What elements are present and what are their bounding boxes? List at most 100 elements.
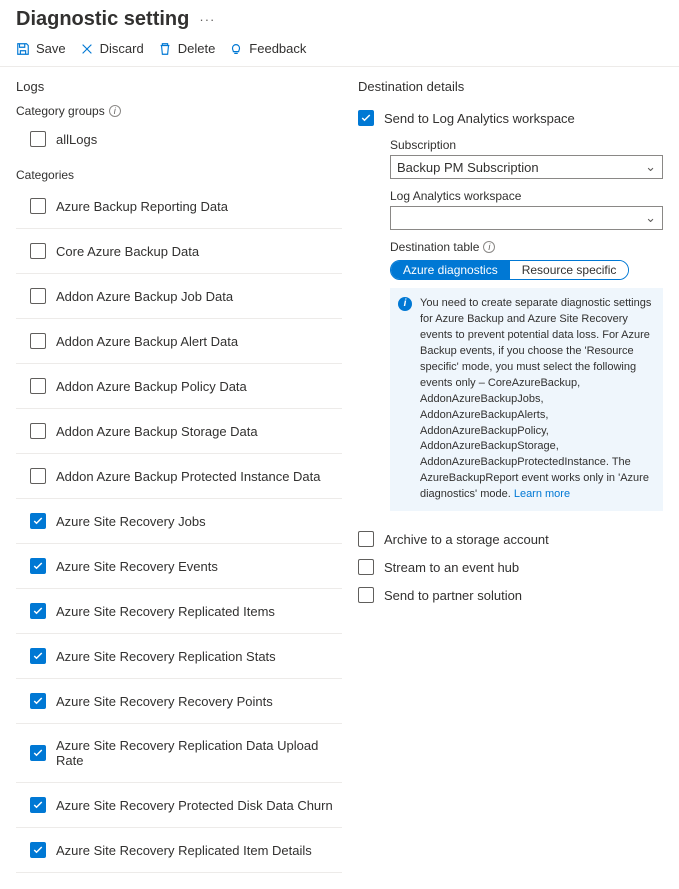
subscription-field: Subscription Backup PM Subscription ⌄ xyxy=(390,138,663,179)
category-label: Addon Azure Backup Storage Data xyxy=(56,424,258,439)
category-row: Addon Azure Backup Job Data xyxy=(16,274,342,319)
delete-button[interactable]: Delete xyxy=(158,41,216,56)
info-icon[interactable]: i xyxy=(109,105,121,117)
archive-label: Archive to a storage account xyxy=(384,532,549,547)
category-checkbox[interactable] xyxy=(30,513,46,529)
alllogs-checkbox[interactable] xyxy=(30,131,46,147)
category-label: Azure Site Recovery Replicated Items xyxy=(56,604,275,619)
chevron-down-icon: ⌄ xyxy=(645,210,656,226)
destination-table-label: Destination table i xyxy=(390,240,663,254)
send-law-label: Send to Log Analytics workspace xyxy=(384,111,575,126)
toolbar: Save Discard Delete Feedback xyxy=(0,35,679,67)
destination-title: Destination details xyxy=(358,79,663,94)
delete-label: Delete xyxy=(178,41,216,56)
archive-checkbox[interactable] xyxy=(358,531,374,547)
category-row: Azure Site Recovery Replication Data Upl… xyxy=(16,724,342,783)
feedback-icon xyxy=(229,42,243,56)
category-checkbox[interactable] xyxy=(30,648,46,664)
page-title: Diagnostic setting xyxy=(16,8,189,31)
category-label: Azure Site Recovery Replicated Item Deta… xyxy=(56,843,312,858)
category-checkbox[interactable] xyxy=(30,558,46,574)
category-row: Azure Site Recovery Replicated Items xyxy=(16,589,342,634)
category-checkbox[interactable] xyxy=(30,603,46,619)
stream-label: Stream to an event hub xyxy=(384,560,519,575)
category-label: Azure Site Recovery Protected Disk Data … xyxy=(56,798,333,813)
trash-icon xyxy=(158,42,172,56)
subscription-label: Subscription xyxy=(390,138,663,152)
category-row: Azure Site Recovery Protected Disk Data … xyxy=(16,783,342,828)
partner-checkbox[interactable] xyxy=(358,587,374,603)
discard-button[interactable]: Discard xyxy=(80,41,144,56)
law-label: Log Analytics workspace xyxy=(390,189,663,203)
category-row: Addon Azure Backup Protected Instance Da… xyxy=(16,454,342,499)
feedback-button[interactable]: Feedback xyxy=(229,41,306,56)
subscription-select[interactable]: Backup PM Subscription ⌄ xyxy=(390,155,663,179)
category-row: Azure Site Recovery Replication Stats xyxy=(16,634,342,679)
category-label: Azure Site Recovery Jobs xyxy=(56,514,206,529)
category-checkbox[interactable] xyxy=(30,797,46,813)
category-row: Azure Site Recovery Events xyxy=(16,544,342,589)
category-label: Addon Azure Backup Alert Data xyxy=(56,334,238,349)
category-checkbox[interactable] xyxy=(30,288,46,304)
discard-label: Discard xyxy=(100,41,144,56)
category-list: Azure Backup Reporting Data Core Azure Ba… xyxy=(16,184,342,873)
category-checkbox[interactable] xyxy=(30,198,46,214)
category-checkbox[interactable] xyxy=(30,423,46,439)
category-label: Azure Site Recovery Recovery Points xyxy=(56,694,273,709)
category-checkbox[interactable] xyxy=(30,842,46,858)
category-row: Azure Backup Reporting Data xyxy=(16,184,342,229)
stream-row: Stream to an event hub xyxy=(358,553,663,581)
close-icon xyxy=(80,42,94,56)
feedback-label: Feedback xyxy=(249,41,306,56)
category-groups-label: Category groups i xyxy=(16,104,342,118)
alllogs-row: allLogs xyxy=(16,124,342,154)
page-header: Diagnostic setting ··· xyxy=(0,0,679,35)
category-checkbox[interactable] xyxy=(30,745,46,761)
category-label: Addon Azure Backup Policy Data xyxy=(56,379,247,394)
category-label: Core Azure Backup Data xyxy=(56,244,199,259)
category-row: Addon Azure Backup Policy Data xyxy=(16,364,342,409)
law-select[interactable]: ⌄ xyxy=(390,206,663,230)
logs-column: Logs Category groups i allLogs Categorie… xyxy=(16,79,342,873)
destination-column: Destination details Send to Log Analytic… xyxy=(358,79,663,873)
category-label: Azure Site Recovery Replication Stats xyxy=(56,649,276,664)
partner-row: Send to partner solution xyxy=(358,581,663,609)
save-label: Save xyxy=(36,41,66,56)
category-row: Addon Azure Backup Alert Data xyxy=(16,319,342,364)
category-row: Core Azure Backup Data xyxy=(16,229,342,274)
info-text: You need to create separate diagnostic s… xyxy=(420,297,651,500)
destination-table-toggle: Azure diagnostics Resource specific xyxy=(390,260,629,280)
categories-label: Categories xyxy=(16,168,342,182)
category-label: Addon Azure Backup Protected Instance Da… xyxy=(56,469,321,484)
category-checkbox[interactable] xyxy=(30,693,46,709)
toggle-resource-specific[interactable]: Resource specific xyxy=(510,261,629,279)
category-label: Azure Backup Reporting Data xyxy=(56,199,228,214)
toggle-azure-diagnostics[interactable]: Azure diagnostics xyxy=(391,261,510,279)
category-checkbox[interactable] xyxy=(30,243,46,259)
category-label: Azure Site Recovery Replication Data Upl… xyxy=(56,738,342,768)
category-checkbox[interactable] xyxy=(30,468,46,484)
category-row: Azure Site Recovery Jobs xyxy=(16,499,342,544)
category-row: Azure Site Recovery Recovery Points xyxy=(16,679,342,724)
more-menu-icon[interactable]: ··· xyxy=(199,12,215,27)
info-box: i You need to create separate diagnostic… xyxy=(390,288,663,511)
info-icon: i xyxy=(398,297,412,311)
category-checkbox[interactable] xyxy=(30,378,46,394)
category-row: Addon Azure Backup Storage Data xyxy=(16,409,342,454)
law-field: Log Analytics workspace ⌄ xyxy=(390,189,663,230)
stream-checkbox[interactable] xyxy=(358,559,374,575)
category-checkbox[interactable] xyxy=(30,333,46,349)
save-icon xyxy=(16,42,30,56)
chevron-down-icon: ⌄ xyxy=(645,159,656,175)
category-row: Azure Site Recovery Replicated Item Deta… xyxy=(16,828,342,873)
info-icon[interactable]: i xyxy=(483,241,495,253)
subscription-value: Backup PM Subscription xyxy=(397,160,539,175)
archive-row: Archive to a storage account xyxy=(358,525,663,553)
category-label: Addon Azure Backup Job Data xyxy=(56,289,233,304)
save-button[interactable]: Save xyxy=(16,41,66,56)
send-law-row: Send to Log Analytics workspace xyxy=(358,104,663,132)
category-label: Azure Site Recovery Events xyxy=(56,559,218,574)
learn-more-link[interactable]: Learn more xyxy=(514,488,570,500)
send-law-checkbox[interactable] xyxy=(358,110,374,126)
law-settings: Subscription Backup PM Subscription ⌄ Lo… xyxy=(358,138,663,511)
